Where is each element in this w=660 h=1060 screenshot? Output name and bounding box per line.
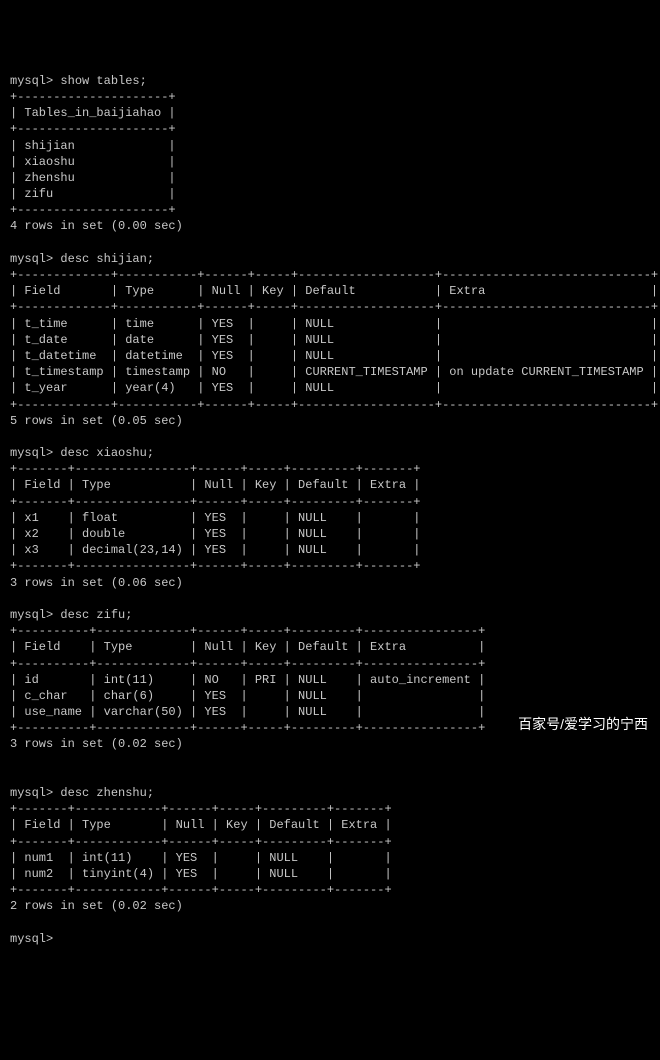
prompt: mysql> desc zifu; (10, 608, 132, 622)
desc-zifu-table: +----------+-------------+------+-----+-… (10, 624, 485, 735)
terminal-output: mysql> show tables; +-------------------… (10, 73, 650, 947)
prompt[interactable]: mysql> (10, 932, 53, 946)
prompt: mysql> desc shijian; (10, 252, 154, 266)
prompt: mysql> desc zhenshu; (10, 786, 154, 800)
desc-zhenshu-table: +-------+------------+------+-----+-----… (10, 802, 392, 897)
watermark-text: 百家号/爱学习的宁西 (518, 715, 648, 734)
tables-list-table: +---------------------+ | Tables_in_baij… (10, 90, 176, 217)
result-footer: 5 rows in set (0.05 sec) (10, 414, 183, 428)
desc-shijian-table: +-------------+-----------+------+-----+… (10, 268, 658, 412)
prompt: mysql> desc xiaoshu; (10, 446, 154, 460)
desc-xiaoshu-table: +-------+----------------+------+-----+-… (10, 462, 420, 573)
result-footer: 2 rows in set (0.02 sec) (10, 899, 183, 913)
result-footer: 3 rows in set (0.06 sec) (10, 576, 183, 590)
prompt: mysql> show tables; (10, 74, 147, 88)
result-footer: 4 rows in set (0.00 sec) (10, 219, 183, 233)
